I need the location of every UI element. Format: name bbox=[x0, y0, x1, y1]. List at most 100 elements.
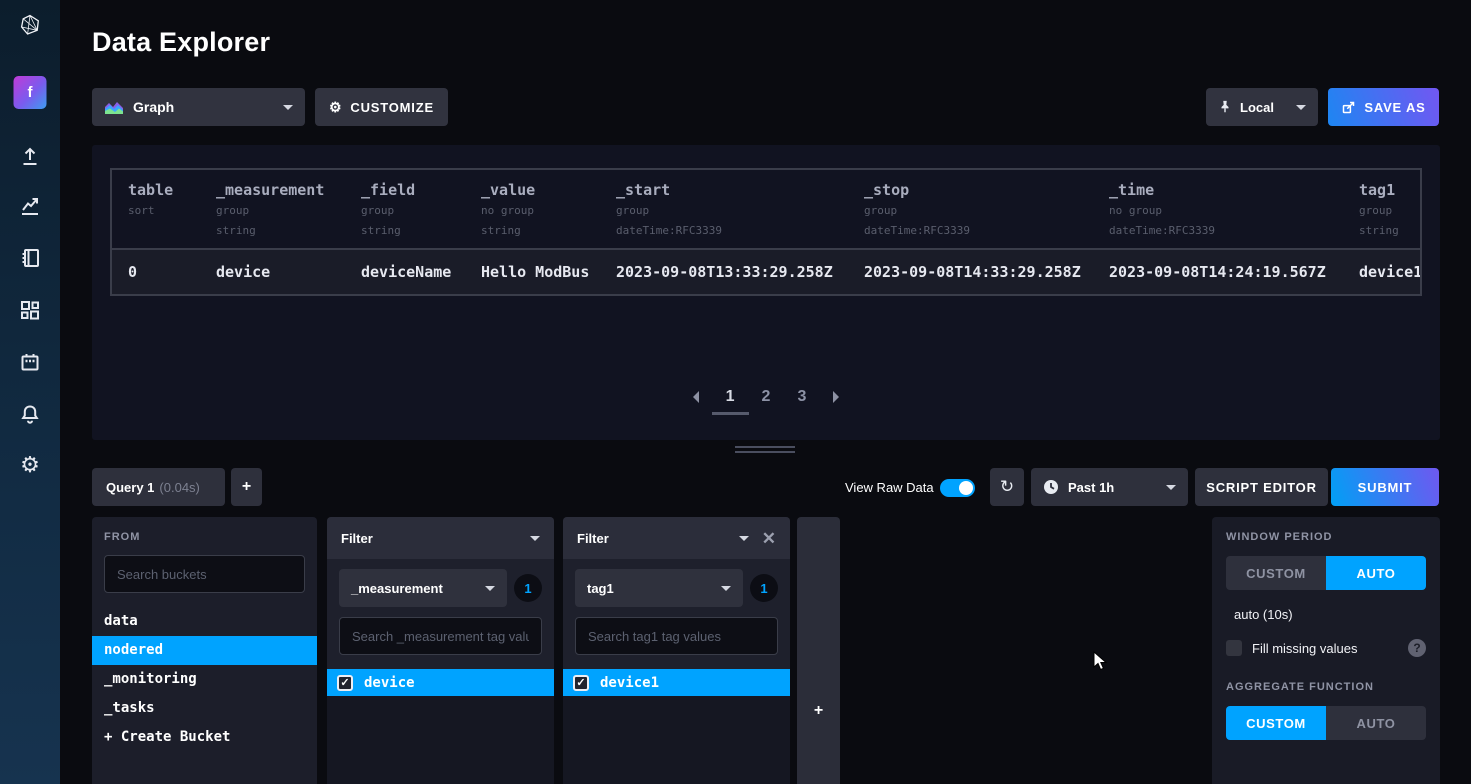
tag-value-label: device bbox=[364, 675, 415, 691]
create-bucket-button[interactable]: + Create Bucket bbox=[92, 723, 317, 752]
chevron-down-icon bbox=[530, 536, 540, 541]
query-tab-label: Query 1 bbox=[106, 480, 154, 495]
data-explorer-icon[interactable] bbox=[18, 194, 42, 218]
fill-missing-values-checkbox[interactable] bbox=[1226, 640, 1242, 656]
refresh-icon: ↻ bbox=[1000, 477, 1014, 497]
add-filter-button[interactable]: + bbox=[797, 702, 840, 720]
cell-start: 2023-09-08T13:33:29.258Z bbox=[600, 250, 848, 294]
from-panel-title: FROM bbox=[104, 531, 305, 543]
tag-key-dropdown-tag1[interactable]: tag1 bbox=[575, 569, 743, 607]
fill-missing-values-label: Fill missing values bbox=[1252, 641, 1357, 656]
gear-icon: ⚙ bbox=[329, 99, 342, 116]
save-as-label: SAVE AS bbox=[1364, 100, 1425, 115]
column-header-table[interactable]: table sort bbox=[112, 170, 200, 248]
column-header-start[interactable]: _start group dateTime:RFC3339 bbox=[600, 170, 848, 248]
cell-value: Hello ModBus bbox=[465, 250, 600, 294]
refresh-button[interactable]: ↻ bbox=[990, 468, 1024, 506]
bucket-item-monitoring[interactable]: _monitoring bbox=[92, 665, 317, 694]
selected-count-badge: 1 bbox=[750, 574, 778, 602]
cell-tag1: device1 bbox=[1343, 250, 1420, 294]
window-custom-button[interactable]: CUSTOM bbox=[1226, 556, 1326, 590]
column-header-tag1[interactable]: tag1 group string bbox=[1343, 170, 1420, 248]
page-button-3[interactable]: 3 bbox=[797, 388, 806, 406]
cell-measurement: device bbox=[200, 250, 345, 294]
time-range-dropdown[interactable]: Past 1h bbox=[1031, 468, 1188, 506]
bucket-item-data[interactable]: data bbox=[92, 607, 317, 636]
visualization-type-dropdown[interactable]: Graph bbox=[92, 88, 305, 126]
filter-body: _measurement 1 bbox=[327, 559, 554, 655]
chevron-down-icon bbox=[721, 586, 731, 591]
aggregate-auto-button[interactable]: AUTO bbox=[1326, 706, 1426, 740]
aggregate-function-toggle: CUSTOM AUTO bbox=[1226, 706, 1426, 740]
clock-icon bbox=[1043, 479, 1059, 495]
add-query-button[interactable]: + bbox=[231, 468, 262, 506]
tag-value-row-device[interactable]: ✓ device bbox=[327, 669, 554, 696]
script-editor-button[interactable]: SCRIPT EDITOR bbox=[1195, 468, 1328, 506]
tag-value-search-input[interactable] bbox=[575, 617, 778, 655]
visualization-type-label: Graph bbox=[133, 99, 174, 115]
window-period-panel: WINDOW PERIOD CUSTOM AUTO auto (10s) Fil… bbox=[1212, 517, 1440, 784]
notebooks-icon[interactable] bbox=[18, 246, 42, 270]
upload-icon[interactable] bbox=[18, 144, 42, 168]
bucket-item-tasks[interactable]: _tasks bbox=[92, 694, 317, 723]
page-button-2[interactable]: 2 bbox=[762, 388, 771, 406]
aggregate-function-title: AGGREGATE FUNCTION bbox=[1226, 681, 1426, 693]
bucket-search-input[interactable] bbox=[104, 555, 305, 593]
chevron-down-icon bbox=[485, 586, 495, 591]
chevron-down-icon bbox=[283, 105, 293, 110]
window-auto-button[interactable]: AUTO bbox=[1326, 556, 1426, 590]
aggregate-custom-button[interactable]: CUSTOM bbox=[1226, 706, 1326, 740]
cell-field: deviceName bbox=[345, 250, 465, 294]
window-period-title: WINDOW PERIOD bbox=[1226, 531, 1426, 543]
cell-stop: 2023-09-08T14:33:29.258Z bbox=[848, 250, 1093, 294]
help-icon[interactable]: ? bbox=[1408, 639, 1426, 657]
nav-sidebar: f bbox=[0, 0, 60, 784]
close-icon[interactable]: ✕ bbox=[762, 530, 776, 547]
panel-resize-handle[interactable] bbox=[735, 446, 795, 456]
filter-title: Filter bbox=[341, 531, 373, 546]
page-title: Data Explorer bbox=[92, 27, 270, 58]
filter-type-dropdown[interactable]: Filter bbox=[327, 517, 554, 559]
prev-page-button[interactable] bbox=[693, 391, 699, 403]
column-header-stop[interactable]: _stop group dateTime:RFC3339 bbox=[848, 170, 1093, 248]
tasks-icon[interactable] bbox=[18, 350, 42, 374]
cell-time: 2023-09-08T14:24:19.567Z bbox=[1093, 250, 1343, 294]
dashboards-icon[interactable] bbox=[18, 298, 42, 322]
chevron-down-icon bbox=[1166, 485, 1176, 490]
settings-icon[interactable]: ⚙ bbox=[20, 453, 40, 477]
column-header-time[interactable]: _time no group dateTime:RFC3339 bbox=[1093, 170, 1343, 248]
view-raw-data-toggle[interactable] bbox=[940, 479, 975, 497]
tag-value-search-input[interactable] bbox=[339, 617, 542, 655]
tag-key-label: _measurement bbox=[351, 581, 443, 596]
tag-key-label: tag1 bbox=[587, 581, 614, 596]
pagination: 1 2 3 bbox=[92, 388, 1440, 406]
cell-table: 0 bbox=[112, 250, 200, 294]
export-icon bbox=[1341, 100, 1356, 115]
add-filter-column: + bbox=[797, 517, 840, 784]
alerts-icon[interactable] bbox=[18, 402, 42, 426]
tag-key-dropdown-measurement[interactable]: _measurement bbox=[339, 569, 507, 607]
next-page-button[interactable] bbox=[833, 391, 839, 403]
page-button-1[interactable]: 1 bbox=[726, 388, 735, 406]
bucket-item-nodered[interactable]: nodered bbox=[92, 636, 317, 665]
column-header-field[interactable]: _field group string bbox=[345, 170, 465, 248]
column-header-value[interactable]: _value no group string bbox=[465, 170, 600, 248]
submit-button[interactable]: SUBMIT bbox=[1331, 468, 1439, 506]
column-header-measurement[interactable]: _measurement group string bbox=[200, 170, 345, 248]
customize-button[interactable]: ⚙ CUSTOMIZE bbox=[315, 88, 448, 126]
query-duration: (0.04s) bbox=[159, 480, 199, 495]
data-explorer-app: f bbox=[0, 0, 1471, 784]
active-page-underline bbox=[712, 412, 749, 415]
checkbox-checked-icon[interactable]: ✓ bbox=[573, 675, 589, 691]
query-tab[interactable]: Query 1 (0.04s) bbox=[92, 468, 225, 506]
checkbox-checked-icon[interactable]: ✓ bbox=[337, 675, 353, 691]
tag-value-row-device1[interactable]: ✓ device1 bbox=[563, 669, 790, 696]
save-as-button[interactable]: SAVE AS bbox=[1328, 88, 1439, 126]
scope-dropdown[interactable]: Local bbox=[1206, 88, 1318, 126]
filter-type-dropdown[interactable]: Filter ✕ bbox=[563, 517, 790, 559]
chevron-down-icon bbox=[1296, 105, 1306, 110]
scope-label: Local bbox=[1240, 100, 1274, 115]
tag-value-list: ✓ device bbox=[327, 669, 554, 784]
influxdb-logo-icon[interactable] bbox=[18, 13, 42, 37]
user-avatar[interactable]: f bbox=[14, 76, 47, 109]
